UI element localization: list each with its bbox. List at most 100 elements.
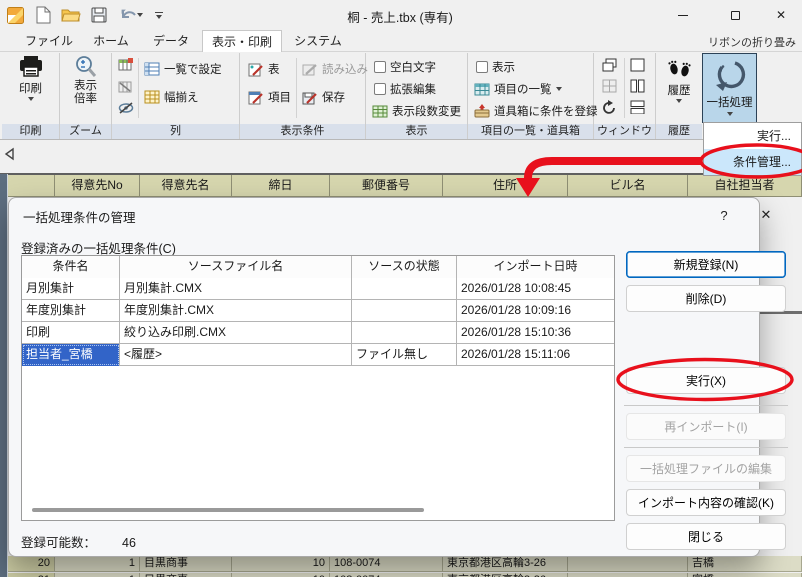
blank-char-checkbox[interactable]: 空白文字 (374, 59, 436, 75)
close-button[interactable]: ✕ (758, 0, 802, 30)
cell-customer-no[interactable]: 1 (55, 556, 140, 572)
cell-staff[interactable]: 宮橋 (688, 573, 802, 577)
menu-item-run[interactable]: 実行... (704, 123, 801, 149)
close-icon: ✕ (776, 8, 786, 22)
window-tile-button[interactable] (602, 79, 618, 93)
extended-edit-checkbox[interactable]: 拡張編集 (374, 81, 436, 97)
batch-process-button[interactable]: 一括処理 (702, 53, 757, 123)
checkbox-icon (374, 61, 386, 73)
save-cond-icon (302, 90, 318, 105)
window-blank-icon (630, 58, 645, 72)
window-new-button[interactable] (630, 58, 645, 72)
window-tile-icon (602, 79, 618, 93)
cell-address[interactable]: 東京都港区高輪3-26 (443, 556, 568, 572)
minimize-button[interactable] (660, 0, 706, 30)
tab-system[interactable]: システム (288, 30, 348, 52)
open-folder-icon[interactable] (60, 4, 82, 26)
undo-dropdown-caret[interactable] (137, 13, 143, 17)
footprints-icon (666, 55, 692, 81)
column-insert-button[interactable] (118, 58, 133, 71)
cell-building[interactable] (568, 573, 688, 577)
window-vsplit-button[interactable] (630, 79, 645, 93)
group-label-print: 印刷 (2, 124, 59, 139)
list-item[interactable]: 月別集計 月別集計.CMX 2026/01/28 10:08:45 (22, 278, 614, 300)
list-header-source[interactable]: ソースファイル名 (120, 256, 352, 278)
save-condition-button[interactable]: 保存 (302, 89, 345, 105)
column-delete-button[interactable] (118, 80, 133, 93)
maximize-button[interactable] (712, 0, 758, 30)
register-capacity-label: 登録可能数： (21, 536, 96, 550)
list-header-name[interactable]: 条件名 (22, 256, 120, 278)
ribbon-collapse-button[interactable]: リボンの折り畳み (708, 34, 796, 50)
maximize-icon (731, 11, 740, 20)
confirm-import-button[interactable]: インポート内容の確認(K) (626, 489, 786, 516)
cell-closing-day[interactable]: 10 (232, 556, 330, 572)
horizontal-scrollbar[interactable] (32, 508, 424, 512)
menu-item-condition-manage[interactable]: 条件管理... (704, 149, 801, 175)
load-condition-button[interactable]: 読み込み (302, 61, 368, 77)
column-header-customer-name[interactable]: 得意先名 (140, 175, 232, 197)
column-header-building[interactable]: ビル名 (568, 175, 688, 197)
close-dialog-button[interactable]: 閉じる (626, 523, 786, 550)
vertical-scrollbar[interactable] (0, 174, 8, 577)
row-number-cell[interactable]: 20 (8, 556, 55, 572)
list-item[interactable]: 年度別集計 年度別集計.CMX 2026/01/28 10:09:16 (22, 300, 614, 322)
list-item-selected[interactable]: 担当者_宮橋 <履歴> ファイル無し 2026/01/28 15:11:06 (22, 344, 614, 366)
run-button[interactable]: 実行(X) (626, 367, 786, 394)
list-header-imported[interactable]: インポート日時 (457, 256, 614, 278)
zoom-scale-button[interactable]: 表示倍率 (62, 55, 109, 121)
rows-grid-icon (372, 105, 388, 118)
register-toolbox-button[interactable]: 道具箱に条件を登録 (474, 103, 598, 119)
delete-button[interactable]: 削除(D) (626, 285, 786, 312)
list-header-status[interactable]: ソースの状態 (352, 256, 457, 278)
item-list-dropdown-caret (556, 87, 562, 91)
undo-button[interactable] (116, 4, 146, 26)
history-button[interactable]: 履歴 (658, 55, 700, 121)
column-header-rownum[interactable] (8, 175, 55, 197)
nav-left-icon[interactable] (3, 147, 15, 166)
group-label-history: 履歴 (656, 124, 702, 139)
selected-cell[interactable]: 担当者_宮橋 (22, 344, 120, 366)
tab-home[interactable]: ホーム (84, 30, 138, 52)
column-header-zip[interactable]: 郵便番号 (330, 175, 443, 197)
dialog-close-button[interactable]: ✕ (753, 203, 779, 227)
width-align-button[interactable]: 幅揃え (144, 89, 199, 105)
hide-column-button[interactable] (118, 102, 134, 114)
column-header-staff[interactable]: 自社担当者 (688, 175, 802, 197)
group-label-columns: 列 (112, 124, 239, 139)
cell-customer-name[interactable]: 目黒商事 (140, 573, 232, 577)
tab-data[interactable]: データ (144, 30, 198, 52)
window-hsplit-button[interactable] (630, 100, 645, 114)
row-number-cell[interactable]: 21 (8, 573, 55, 577)
cell-address[interactable]: 東京都港区高輪3-26 (443, 573, 568, 577)
column-header-address[interactable]: 住所 (443, 175, 568, 197)
new-register-button[interactable]: 新規登録(N) (626, 251, 786, 278)
cell-customer-name[interactable]: 目黒商事 (140, 556, 232, 572)
cell-closing-day[interactable]: 10 (232, 573, 330, 577)
batch-condition-dialog: 一括処理条件の管理 ? ✕ 登録済みの一括処理条件(C) 条件名 ソースファイル… (8, 197, 760, 557)
table-condition-button[interactable]: 表 (248, 61, 280, 77)
new-document-icon[interactable] (32, 4, 54, 26)
cell-customer-no[interactable]: 1 (55, 573, 140, 577)
save-icon[interactable] (88, 4, 110, 26)
print-button[interactable]: 印刷 (4, 55, 57, 121)
row-count-button[interactable]: 表示段数変更 (372, 103, 461, 119)
list-item[interactable]: 印刷 絞り込み印刷.CMX 2026/01/28 15:10:36 (22, 322, 614, 344)
cell-zip[interactable]: 108-0074 (330, 556, 443, 572)
column-header-customer-no[interactable]: 得意先No (55, 175, 140, 197)
column-header-closing-day[interactable]: 締日 (232, 175, 330, 197)
toolbar-options-icon[interactable] (152, 4, 166, 26)
tab-file[interactable]: ファイル (20, 30, 78, 52)
item-list-show-checkbox[interactable]: 表示 (476, 59, 515, 75)
item-condition-button[interactable]: 項目 (248, 89, 291, 105)
cell-zip[interactable]: 108-0074 (330, 573, 443, 577)
app-logo[interactable] (4, 4, 26, 26)
dialog-help-button[interactable]: ? (711, 203, 737, 227)
tab-view-print[interactable]: 表示・印刷 (202, 30, 282, 52)
window-cascade-button[interactable] (602, 58, 618, 72)
item-list-button[interactable]: 項目の一覧 (474, 81, 562, 97)
refresh-button[interactable] (602, 100, 617, 115)
cell-building[interactable] (568, 556, 688, 572)
set-by-list-button[interactable]: 一覧で設定 (144, 61, 222, 77)
cell-staff[interactable]: 吉橋 (688, 556, 802, 572)
